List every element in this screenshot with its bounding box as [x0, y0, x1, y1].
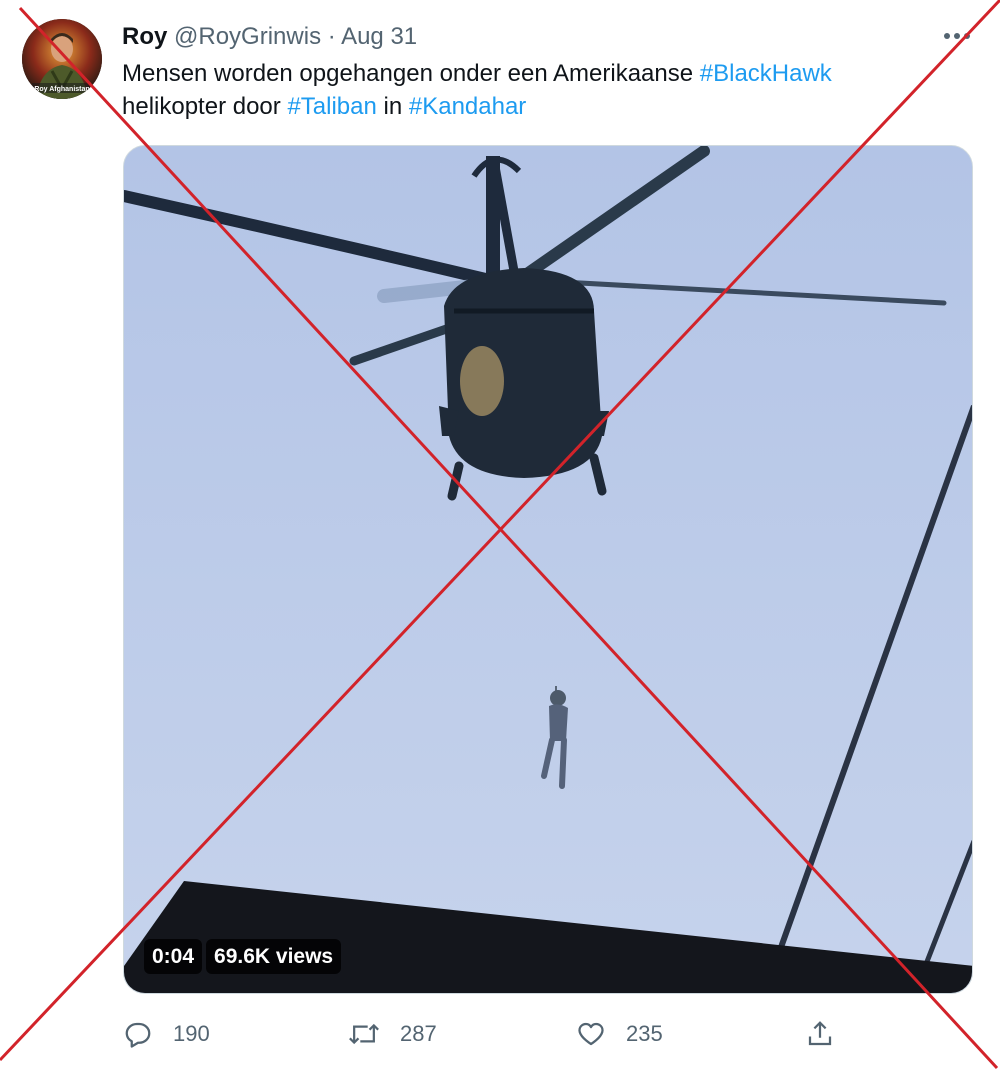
tweet-actions: 190 287 235	[0, 1012, 1000, 1056]
hashtag-blackhawk[interactable]: #BlackHawk	[700, 60, 832, 87]
tweet-text-part1: Mensen worden opgehangen onder een Ameri…	[122, 60, 700, 87]
video-stats: 0:04 69.6K views	[144, 939, 342, 974]
retweet-button[interactable]: 287	[348, 1012, 437, 1056]
svg-text:Roy Afghanistan: Roy Afghanistan	[34, 86, 89, 93]
user-handle[interactable]: @RoyGrinwis	[174, 23, 321, 50]
share-icon	[805, 1019, 835, 1049]
video-duration: 0:04	[144, 939, 203, 974]
heart-icon	[576, 1019, 606, 1049]
like-button[interactable]: 235	[576, 1012, 663, 1056]
tweet-text-part2: helikopter door	[122, 93, 288, 120]
tweet-text-part3: in	[376, 93, 409, 120]
hashtag-taliban[interactable]: #Taliban	[287, 93, 376, 120]
share-button[interactable]	[805, 1012, 835, 1056]
tweet-header: Roy @RoyGrinwis · Aug 31	[122, 22, 417, 52]
separator-dot: ·	[327, 23, 336, 50]
more-icon[interactable]	[940, 24, 974, 48]
tweet-text: Mensen worden opgehangen onder een Ameri…	[122, 57, 922, 123]
video-player[interactable]	[123, 145, 973, 994]
video-views: 69.6K views	[206, 939, 342, 974]
retweet-icon	[348, 1019, 380, 1049]
video-frame	[124, 146, 972, 993]
like-count: 235	[626, 1021, 663, 1046]
reply-button[interactable]: 190	[123, 1012, 210, 1056]
tweet-date[interactable]: Aug 31	[341, 23, 417, 50]
avatar[interactable]: Roy Afghanistan	[22, 19, 102, 99]
display-name[interactable]: Roy	[122, 23, 167, 50]
reply-icon	[123, 1019, 153, 1049]
reply-count: 190	[173, 1021, 210, 1046]
hashtag-kandahar[interactable]: #Kandahar	[409, 93, 526, 120]
retweet-count: 287	[400, 1021, 437, 1046]
